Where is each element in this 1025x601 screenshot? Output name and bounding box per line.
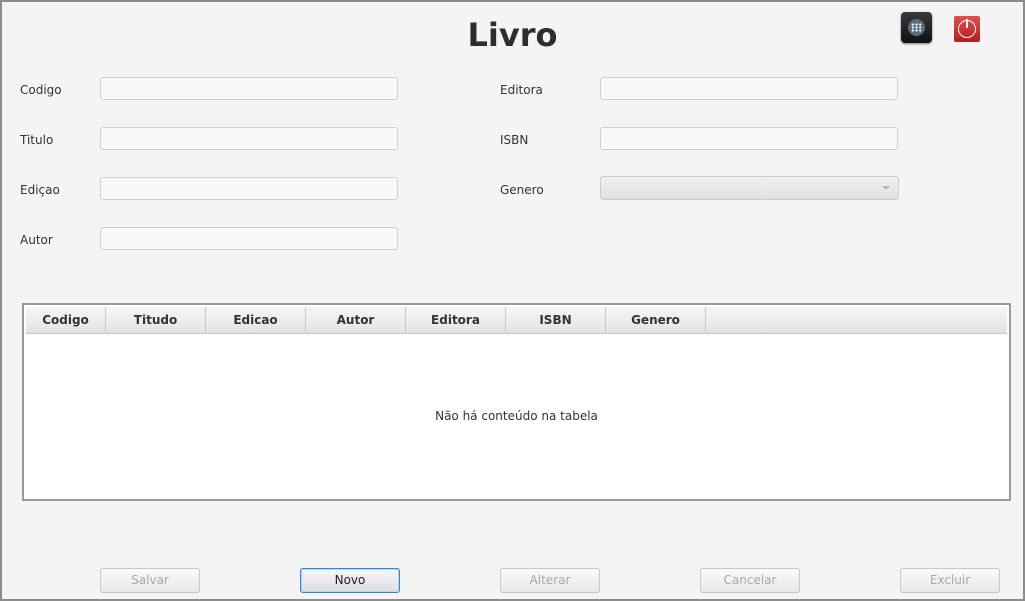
- salvar-button[interactable]: Salvar: [100, 568, 200, 593]
- power-icon: [958, 19, 976, 38]
- autor-field[interactable]: [100, 227, 398, 250]
- excluir-button[interactable]: Excluir: [900, 568, 1000, 593]
- titulo-label: Titulo: [20, 133, 54, 147]
- novo-button[interactable]: Novo: [300, 568, 400, 593]
- menu-grid-icon: [908, 19, 925, 36]
- livro-window: Livro Codigo Titulo Ediçao Autor Editora…: [0, 0, 1025, 601]
- page-title: Livro: [467, 16, 558, 54]
- edicao-field[interactable]: [100, 177, 398, 200]
- power-button[interactable]: [954, 16, 980, 42]
- column-header-autor[interactable]: Autor: [306, 307, 406, 333]
- column-header-edicao[interactable]: Edicao: [206, 307, 306, 333]
- isbn-label: ISBN: [500, 133, 529, 147]
- column-header-filler: [706, 307, 1007, 333]
- column-header-genero[interactable]: Genero: [606, 307, 706, 333]
- chevron-down-icon: [882, 186, 890, 190]
- column-header-titudo[interactable]: Titudo: [106, 307, 206, 333]
- codigo-field[interactable]: [100, 77, 398, 100]
- column-header-editora[interactable]: Editora: [406, 307, 506, 333]
- editora-field[interactable]: [600, 77, 898, 100]
- livros-table[interactable]: Codigo Titudo Edicao Autor Editora ISBN …: [22, 303, 1011, 501]
- column-header-codigo[interactable]: Codigo: [26, 307, 106, 333]
- table-header: Codigo Titudo Edicao Autor Editora ISBN …: [26, 307, 1007, 334]
- editora-label: Editora: [500, 83, 543, 97]
- column-header-isbn[interactable]: ISBN: [506, 307, 606, 333]
- autor-label: Autor: [20, 233, 53, 247]
- isbn-field[interactable]: [600, 127, 898, 150]
- edicao-label: Ediçao: [20, 183, 60, 197]
- codigo-label: Codigo: [20, 83, 62, 97]
- menu-button[interactable]: [901, 12, 932, 43]
- alterar-button[interactable]: Alterar: [500, 568, 600, 593]
- genero-select[interactable]: [600, 176, 899, 200]
- table-empty-message: Não há conteúdo na tabela: [435, 409, 598, 423]
- genero-label: Genero: [500, 183, 544, 197]
- cancelar-button[interactable]: Cancelar: [700, 568, 800, 593]
- titulo-field[interactable]: [100, 127, 398, 150]
